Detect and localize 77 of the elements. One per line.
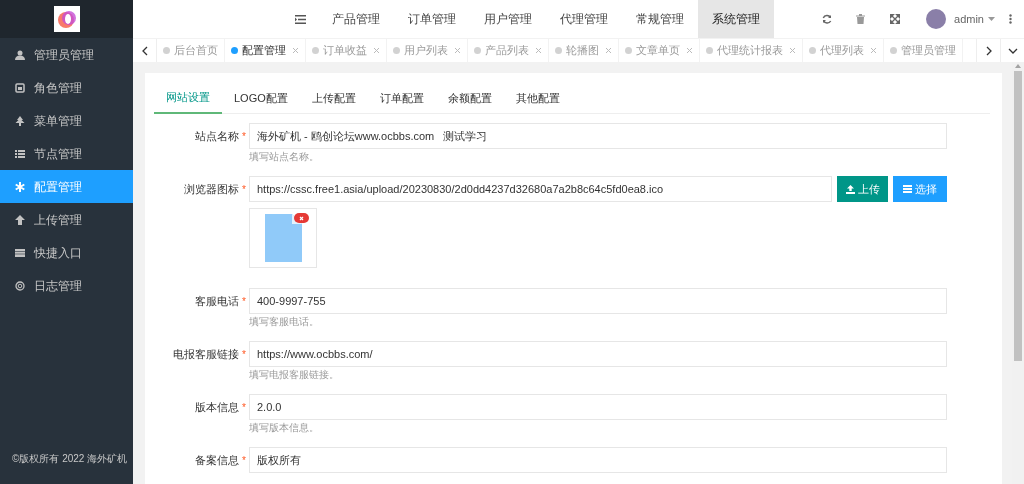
field-label: 版本信息 [195,399,240,415]
page-tab[interactable]: 配置管理 [242,42,286,59]
sidebar-item[interactable]: 日志管理 [0,269,133,302]
hint-text: 填写客服电话。 [249,316,319,327]
menu-icon[interactable] [295,14,306,24]
settings-tab[interactable]: 网站设置 [154,83,222,114]
field-label: 电报客服链接 [173,346,240,362]
required-mark: * [242,294,246,309]
hint-text: 填写版本信息。 [249,422,319,433]
person-icon [15,49,25,60]
upload-button[interactable]: 上传 [837,176,888,202]
sidebar-item[interactable]: 节点管理 [0,137,133,170]
close-icon[interactable] [605,47,612,54]
hint-text: 填写电报客服链接。 [249,369,339,380]
nav-tab[interactable]: 系统管理 [698,0,774,38]
settings-tab[interactable]: 上传配置 [299,83,368,114]
text-input[interactable]: https://cssc.free1.asia/upload/20230830/2d0dd4237d32680a7a2b8c64c5fd0ea8.ico [249,176,832,202]
sidebar-item[interactable]: 角色管理 [0,71,133,104]
nav-tab[interactable]: 产品管理 [318,0,394,38]
file-icon [264,214,302,262]
nav-tab[interactable]: 常规管理 [622,0,698,38]
trash-icon[interactable] [856,14,866,24]
copyright-text: ©版权所有 2022 海外矿机 [12,453,128,464]
arrow-up-icon [15,214,25,225]
nav-tab[interactable]: 代理管理 [546,0,622,38]
fullscreen-icon[interactable] [890,14,901,24]
id-card-icon [15,82,25,93]
list-icon [15,247,25,258]
settings-tab[interactable]: 余额配置 [435,83,504,114]
list-icon [15,148,25,159]
caret-icon[interactable] [988,17,995,21]
nav-tab[interactable]: 订单管理 [394,0,470,38]
chevron-right-icon [985,45,992,56]
close-icon[interactable] [454,47,461,54]
close-icon[interactable] [535,47,542,54]
close-icon[interactable] [373,47,380,54]
field-label: 浏览器图标 [184,181,240,197]
username[interactable]: admin [954,10,984,28]
text-input[interactable]: 2.0.0 [249,394,947,420]
avatar[interactable] [926,9,947,29]
tree-icon [15,115,25,126]
sidebar-item[interactable]: 快捷入口 [0,236,133,269]
text-input[interactable]: https://www.ocbbs.com/ [249,341,947,367]
text-input[interactable]: 版权所有 [249,447,947,473]
more-icon[interactable] [1009,14,1012,24]
required-mark: * [242,182,246,197]
remove-icon[interactable] [294,213,309,223]
text-input[interactable]: 海外矿机 - 鸥创论坛www.ocbbs.com 测试学习 [249,123,947,149]
hint-text: 填写站点名称。 [249,151,319,162]
required-mark: * [242,129,246,144]
list-icon [903,185,912,193]
gear-icon [15,280,25,291]
close-icon[interactable] [789,47,796,54]
settings-tab[interactable]: 其他配置 [503,83,572,114]
field-label: 备案信息 [195,452,240,468]
close-icon[interactable] [292,47,299,54]
close-icon[interactable] [870,47,877,54]
sidebar-item[interactable]: 菜单管理 [0,104,133,137]
upload-icon [845,184,855,194]
logo-icon [53,6,80,32]
refresh-icon[interactable] [822,14,833,24]
asterisk-icon [15,181,25,192]
close-icon[interactable] [686,47,693,54]
text-input[interactable]: 400-9997-755 [249,288,947,314]
chevron-down-icon [1007,47,1018,54]
scroll-up-icon[interactable] [1015,64,1021,68]
nav-tab[interactable]: 用户管理 [470,0,546,38]
field-label: 客服电话 [195,293,240,309]
required-mark: * [242,400,246,415]
required-mark: * [242,347,246,362]
sidebar-item[interactable]: 上传管理 [0,203,133,236]
sidebar-item[interactable]: 管理员管理 [0,38,133,71]
chevron-left-icon [141,45,148,56]
field-label: 站点名称 [195,128,240,144]
settings-tab[interactable]: LOGO配置 [222,83,300,114]
settings-tab[interactable]: 订单配置 [367,83,436,114]
required-mark: * [242,453,246,468]
